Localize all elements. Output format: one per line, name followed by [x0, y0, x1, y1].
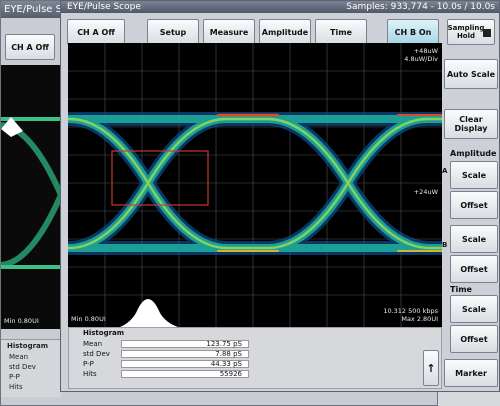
marker-button[interactable]: Marker: [444, 359, 498, 387]
measure-button[interactable]: Measure: [203, 19, 255, 45]
amplitude-section-label: Amplitude: [450, 149, 497, 158]
back-histogram-title: Histogram: [7, 342, 49, 350]
main-window: EYE/Pulse Scope Samples: 933,774 - 10.0s…: [60, 0, 500, 392]
scroll-up-button[interactable]: ↑: [423, 350, 439, 386]
side-panel: Auto Scale Clear Display Amplitude A Sca…: [442, 13, 500, 391]
auto-scale-button[interactable]: Auto Scale: [444, 59, 498, 89]
min-ui-readout: Min 0.80UI: [71, 315, 106, 323]
histogram-title: Histogram: [83, 329, 125, 337]
pp-value: 44.33 pS: [121, 360, 249, 368]
pp-label: P-P: [83, 360, 94, 368]
histogram-bump: [120, 299, 178, 327]
max-ui-readout: Max 2.80UI: [401, 315, 438, 323]
arrow-up-icon: ↑: [426, 361, 436, 375]
amplitude-b-scale-button[interactable]: Scale: [450, 225, 498, 253]
eye-diagram-plot: +48uW 4.8uW/Div +24uW Min 0.80UI 10.312 …: [68, 43, 442, 327]
back-row-mean: Mean: [9, 353, 29, 361]
hits-label: Hits: [83, 370, 97, 378]
stddev-value: 7.88 pS: [121, 350, 249, 358]
setup-button[interactable]: Setup: [147, 19, 199, 45]
time-scale-button[interactable]: Scale: [450, 295, 498, 323]
amplitude-a-scale-button[interactable]: Scale: [450, 161, 498, 189]
stddev-label: std Dev: [83, 350, 110, 358]
samples-readout: Samples: 933,774 - 10.0s / 10.0s: [346, 2, 495, 12]
amplitude-button[interactable]: Amplitude: [259, 19, 311, 45]
channel-b-marker: B: [442, 241, 448, 249]
mean-label: Mean: [83, 340, 103, 348]
amplitude-a-offset-button[interactable]: Offset: [450, 191, 498, 219]
div-scale-readout: 4.8uW/Div: [404, 55, 438, 63]
clear-display-button[interactable]: Clear Display: [444, 109, 498, 139]
back-row-pp: P-P: [9, 373, 20, 381]
back-eye-plot: Min 0.80UI: [1, 65, 61, 329]
time-section-label: Time: [450, 285, 472, 294]
time-button[interactable]: Time: [315, 19, 367, 45]
ch-b-toggle-button[interactable]: CH B On: [387, 19, 439, 45]
back-min-label: Min 0.80UI: [4, 317, 39, 325]
top-scale-readout: +48uW: [413, 47, 438, 55]
time-offset-button[interactable]: Offset: [450, 325, 498, 353]
window-title-text: EYE/Pulse Scope: [67, 2, 141, 12]
ch-a-toggle-button[interactable]: CH A Off: [67, 19, 125, 45]
bitrate-readout: 10.312 500 kbps: [383, 307, 438, 315]
histogram-panel: Histogram Mean 123.75 pS std Dev 7.88 pS…: [68, 327, 442, 389]
back-ch-a-button[interactable]: CH A Off: [5, 34, 55, 60]
plot-grid: [68, 43, 442, 327]
mid-scale-readout: +24uW: [413, 188, 438, 196]
amplitude-b-offset-button[interactable]: Offset: [450, 255, 498, 283]
back-row-stddev: std Dev: [9, 363, 36, 371]
hits-value: 55926: [121, 370, 249, 378]
channel-a-marker: A: [442, 167, 448, 175]
back-histogram-panel: Histogram Mean std Dev P-P Hits: [1, 339, 61, 397]
back-row-hits: Hits: [9, 383, 23, 391]
mean-value: 123.75 pS: [121, 340, 249, 348]
